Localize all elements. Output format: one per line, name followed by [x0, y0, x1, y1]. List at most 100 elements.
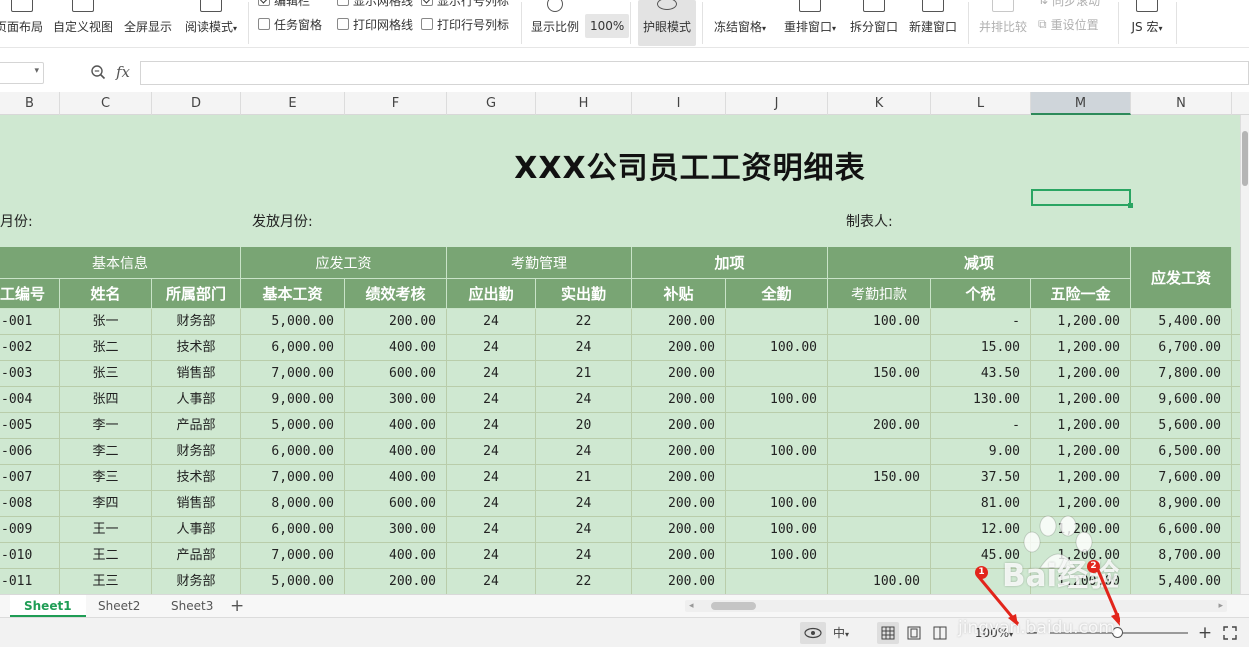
cell-dept[interactable]: 人事部 [152, 387, 241, 413]
cell-ins[interactable]: 1,200.00 [1031, 335, 1131, 361]
cell-dept[interactable]: 销售部 [152, 361, 241, 387]
print-headers-checkbox[interactable]: 打印行号列标 [421, 16, 509, 32]
print-gridlines-checkbox[interactable]: 打印网格线 [337, 16, 413, 32]
cell-dept[interactable]: 产品部 [152, 413, 241, 439]
cell-tax[interactable]: 45.00 [931, 543, 1031, 569]
sheet-tab-2[interactable]: Sheet2 [98, 595, 140, 617]
cell-dept[interactable]: 技术部 [152, 465, 241, 491]
cell-subsidy[interactable]: 200.00 [632, 517, 726, 543]
sync-scroll-button[interactable]: ⇅ 同步滚动 [1038, 0, 1100, 8]
cell-id[interactable]: -005 [0, 413, 60, 439]
cell-att[interactable] [828, 439, 931, 465]
cell-gross[interactable]: 6,600.00 [1131, 517, 1232, 543]
fullscreen-icon[interactable] [1220, 622, 1240, 644]
cell-gross[interactable]: 5,400.00 [1131, 309, 1232, 335]
cell-name[interactable]: 李三 [60, 465, 152, 491]
sheet-tab-1[interactable]: Sheet1 [10, 595, 86, 617]
cell-perf[interactable]: 600.00 [345, 491, 447, 517]
cell-gross[interactable]: 7,600.00 [1131, 465, 1232, 491]
show-headers-checkbox[interactable]: 显示行号列标 [421, 0, 509, 8]
cell-att[interactable]: 200.00 [828, 413, 931, 439]
cell-att[interactable] [828, 491, 931, 517]
zoom-in-button[interactable]: + [1197, 622, 1213, 644]
eye-protect-button[interactable]: 护眼模式 [638, 0, 696, 46]
selected-cell[interactable] [1031, 189, 1133, 208]
horizontal-scrollbar[interactable]: ◂ ▸ [685, 600, 1227, 612]
zoom-100-button[interactable]: 100% [585, 14, 630, 38]
cell-name[interactable]: 张二 [60, 335, 152, 361]
cell-full[interactable]: 100.00 [726, 387, 828, 413]
cell-subsidy[interactable]: 200.00 [632, 491, 726, 517]
column-header-n[interactable]: N [1131, 92, 1232, 115]
cell-gross[interactable]: 7,800.00 [1131, 361, 1232, 387]
cell-name[interactable]: 张三 [60, 361, 152, 387]
cell-base[interactable]: 5,000.00 [241, 309, 345, 335]
column-header-c[interactable]: C [60, 92, 152, 115]
cell-full[interactable]: 100.00 [726, 543, 828, 569]
cell-subsidy[interactable]: 200.00 [632, 413, 726, 439]
zoom-search-icon[interactable] [90, 64, 106, 80]
cell-id[interactable]: -006 [0, 439, 60, 465]
zoom-slider-knob[interactable] [1112, 627, 1123, 638]
cell-gross[interactable]: 6,700.00 [1131, 335, 1232, 361]
cell-att[interactable]: 100.00 [828, 309, 931, 335]
cell-id[interactable]: -008 [0, 491, 60, 517]
zoom-out-button[interactable]: − [1024, 622, 1040, 644]
sheet-tab-3[interactable]: Sheet3 [171, 595, 213, 617]
cell-full[interactable]: 100.00 [726, 517, 828, 543]
cell-id[interactable]: -007 [0, 465, 60, 491]
cell-full[interactable]: 100.00 [726, 335, 828, 361]
cell-id[interactable]: -003 [0, 361, 60, 387]
cell-base[interactable]: 9,000.00 [241, 387, 345, 413]
cell-due[interactable]: 24 [447, 465, 536, 491]
cell-ins[interactable]: 1,200.00 [1031, 465, 1131, 491]
cell-ins[interactable]: 1,200.00 [1031, 387, 1131, 413]
cell-due[interactable]: 24 [447, 309, 536, 335]
cell-actual[interactable]: 24 [536, 517, 632, 543]
task-pane-checkbox[interactable]: 任务窗格 [258, 16, 322, 32]
cell-gross[interactable]: 8,900.00 [1131, 491, 1232, 517]
cell-subsidy[interactable]: 200.00 [632, 465, 726, 491]
cell-base[interactable]: 5,000.00 [241, 413, 345, 439]
add-sheet-icon[interactable]: + [230, 596, 244, 616]
worksheet-grid[interactable]: XXX公司员工工资明细表 月份: 发放月份: 制表人: 基本信息 应发工资 考勤管理… [0, 115, 1249, 594]
cell-att[interactable] [828, 335, 931, 361]
column-header-j[interactable]: J [726, 92, 828, 115]
cell-due[interactable]: 24 [447, 413, 536, 439]
cell-perf[interactable]: 300.00 [345, 387, 447, 413]
cell-name[interactable]: 王二 [60, 543, 152, 569]
cell-gross[interactable]: 8,700.00 [1131, 543, 1232, 569]
column-header-k[interactable]: K [828, 92, 931, 115]
column-header-f[interactable]: F [345, 92, 447, 115]
cell-name[interactable]: 张一 [60, 309, 152, 335]
cell-att[interactable]: 150.00 [828, 465, 931, 491]
cell-att[interactable] [828, 387, 931, 413]
cell-dept[interactable]: 财务部 [152, 309, 241, 335]
cell-dept[interactable]: 销售部 [152, 491, 241, 517]
freeze-panes-button[interactable]: 冻结窗格▾ [708, 0, 772, 46]
cell-perf[interactable]: 300.00 [345, 517, 447, 543]
page-layout-button[interactable]: 页面布局 [0, 0, 44, 46]
cell-tax[interactable]: 12.00 [931, 517, 1031, 543]
cell-name[interactable]: 李四 [60, 491, 152, 517]
page-layout-view-icon[interactable] [903, 622, 925, 644]
cell-ins[interactable]: 1,200.00 [1031, 543, 1131, 569]
cell-tax[interactable]: 9.00 [931, 439, 1031, 465]
reset-position-button[interactable]: ⧉ 重设位置 [1038, 16, 1099, 32]
cell-gross[interactable]: 6,500.00 [1131, 439, 1232, 465]
cell-id[interactable]: -009 [0, 517, 60, 543]
cell-subsidy[interactable]: 200.00 [632, 387, 726, 413]
cell-tax[interactable]: 43.50 [931, 361, 1031, 387]
cell-name[interactable]: 李二 [60, 439, 152, 465]
cell-base[interactable]: 7,000.00 [241, 361, 345, 387]
cell-tax[interactable]: - [931, 413, 1031, 439]
zoom-slider[interactable] [1050, 627, 1188, 638]
cell-subsidy[interactable]: 200.00 [632, 569, 726, 594]
cell-id[interactable]: -001 [0, 309, 60, 335]
cell-att[interactable]: 100.00 [828, 569, 931, 594]
column-header-h[interactable]: H [536, 92, 632, 115]
cell-dept[interactable]: 财务部 [152, 569, 241, 594]
column-header-i[interactable]: I [632, 92, 726, 115]
cell-base[interactable]: 6,000.00 [241, 517, 345, 543]
cell-due[interactable]: 24 [447, 387, 536, 413]
